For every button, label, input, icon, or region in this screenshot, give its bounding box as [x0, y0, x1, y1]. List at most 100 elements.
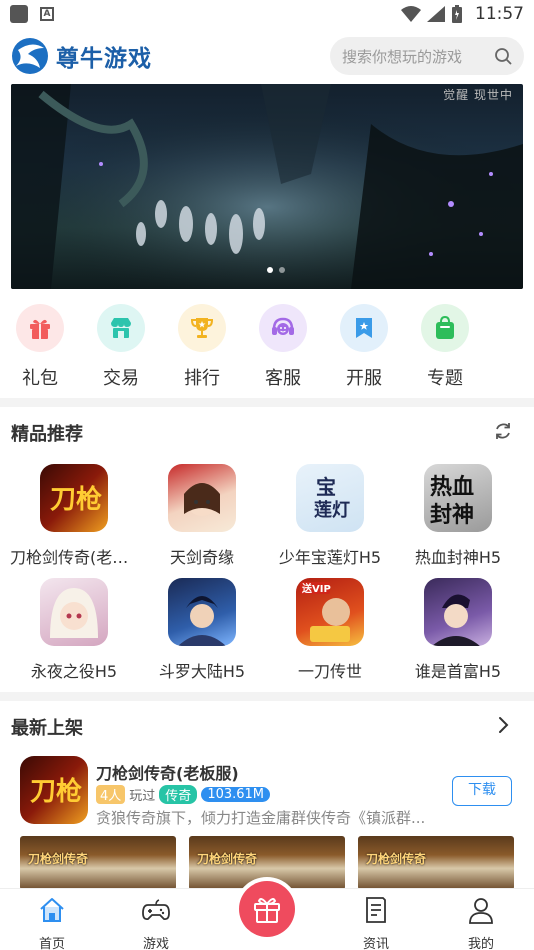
tab-label: 首页	[38, 937, 65, 950]
shop-icon	[111, 318, 131, 338]
signal-icon	[427, 6, 445, 22]
quick-nav-label: 专题	[427, 368, 463, 389]
svg-text:送VIP: 送VIP	[301, 582, 331, 595]
status-bar: A 11:57	[0, 0, 534, 28]
game-name: 永夜之役H5	[30, 662, 118, 681]
bookmark-icon	[356, 318, 372, 338]
game-name: 斗罗大陆H5	[158, 662, 246, 681]
trophy-icon	[190, 318, 214, 338]
search-placeholder: 搜索你想玩的游戏	[342, 47, 463, 66]
game-icon: 热血 封神	[424, 464, 492, 532]
gift-icon	[254, 898, 280, 923]
newest-game-card[interactable]: 刀枪 刀枪剑传奇(老板服) 4人 玩过 传奇 103.61M 贪狼传奇旗下，倾力…	[20, 752, 514, 832]
game-name: 少年宝莲灯H5	[278, 548, 382, 567]
game-tile[interactable]: 斗罗大陆H5	[138, 578, 266, 682]
game-icon	[424, 578, 492, 646]
svg-text:封神: 封神	[430, 502, 474, 528]
section-divider	[0, 398, 534, 407]
screenshot-label: 刀枪剑传奇	[366, 852, 427, 866]
game-tile[interactable]: 永夜之役H5	[10, 578, 138, 682]
game-tile[interactable]: 谁是首富H5	[394, 578, 522, 682]
tab-games[interactable]: 游戏	[126, 895, 186, 950]
screenshot-label: 刀枪剑传奇	[197, 852, 258, 866]
tab-label: 资讯	[362, 937, 389, 950]
app-page: A 11:57 尊牛游戏 搜索你想玩的游戏 觉醒 现世中 礼包 交易 排行 客服…	[0, 0, 534, 950]
search-icon[interactable]	[494, 47, 512, 65]
quick-nav-trade[interactable]: 交易	[91, 304, 151, 390]
quick-nav: 礼包 交易 排行 客服 开服 专题	[0, 300, 534, 392]
wifi-icon	[401, 6, 421, 22]
game-title: 刀枪剑传奇(老板服)	[96, 764, 239, 783]
battery-icon	[452, 5, 462, 23]
game-name: 一刀传世	[297, 662, 362, 681]
quick-nav-label: 交易	[103, 368, 139, 389]
game-icon	[168, 464, 236, 532]
download-button[interactable]: 下载	[452, 776, 512, 806]
played-label: 玩过	[129, 789, 156, 804]
news-icon	[366, 897, 386, 923]
tab-news[interactable]: 资讯	[346, 895, 406, 950]
game-icon	[168, 578, 236, 646]
gift-icon	[30, 319, 50, 339]
carousel-indicator	[267, 267, 285, 273]
svg-text:宝: 宝	[316, 475, 336, 499]
gamepad-icon	[142, 899, 170, 921]
game-tile[interactable]: 天剑奇缘	[138, 464, 266, 568]
logo-mark-icon	[12, 38, 48, 74]
tab-label: 游戏	[142, 937, 169, 950]
quick-nav-service[interactable]: 客服	[253, 304, 313, 390]
players-badge: 4人	[96, 785, 126, 804]
top-header: 尊牛游戏 搜索你想玩的游戏	[0, 30, 534, 82]
game-tags: 4人 玩过 传奇 103.61M	[96, 785, 271, 804]
game-name: 刀枪剑传奇(老板服)	[10, 548, 138, 567]
section-divider	[0, 692, 534, 701]
svg-text:热血: 热血	[430, 474, 474, 500]
game-tile[interactable]: 宝莲灯 少年宝莲灯H5	[266, 464, 394, 568]
tab-home[interactable]: 首页	[22, 895, 82, 950]
tab-profile[interactable]: 我的	[451, 895, 511, 950]
game-screenshot[interactable]: 刀枪剑传奇	[358, 836, 514, 890]
section-title-recommended: 精品推荐	[11, 424, 83, 445]
game-screenshot[interactable]: 刀枪剑传奇	[20, 836, 176, 890]
svg-text:刀枪: 刀枪	[50, 484, 102, 515]
banner-watermark: 觉醒 现世中	[443, 88, 513, 102]
tab-label: 我的	[467, 937, 494, 950]
carousel-dot-active[interactable]	[267, 267, 273, 273]
quick-nav-topics[interactable]: 专题	[415, 304, 475, 390]
clock: 11:57	[475, 4, 524, 24]
refresh-icon[interactable]	[492, 420, 514, 442]
chevron-right-icon[interactable]	[492, 714, 514, 736]
game-name: 热血封神H5	[414, 548, 502, 567]
section-title-newest: 最新上架	[11, 718, 83, 739]
quick-nav-label: 开服	[346, 368, 382, 389]
user-icon	[469, 898, 493, 924]
app-logo[interactable]: 尊牛游戏	[10, 36, 152, 76]
gift-center-button[interactable]	[239, 881, 295, 937]
game-description: 贪狼传奇旗下，倾力打造金庸群侠传奇《镇派群...	[96, 809, 426, 827]
headset-icon	[272, 317, 294, 335]
notification-icon	[10, 5, 28, 23]
game-icon	[40, 578, 108, 646]
game-tile[interactable]: 送VIP 一刀传世	[266, 578, 394, 682]
carousel-dot[interactable]	[279, 267, 285, 273]
game-icon: 送VIP	[296, 578, 364, 646]
promo-banner[interactable]: 觉醒 现世中	[11, 84, 523, 289]
quick-nav-label: 排行	[184, 368, 220, 389]
game-icon: 刀枪	[20, 756, 88, 824]
quick-nav-server[interactable]: 开服	[334, 304, 394, 390]
bag-icon	[436, 315, 454, 339]
quick-nav-ranking[interactable]: 排行	[172, 304, 232, 390]
search-input[interactable]: 搜索你想玩的游戏	[330, 37, 524, 75]
genre-badge: 传奇	[159, 785, 198, 804]
screenshot-label: 刀枪剑传奇	[28, 852, 89, 866]
game-icon: 刀枪	[40, 464, 108, 532]
game-name: 谁是首富H5	[414, 662, 502, 681]
game-tile[interactable]: 热血 封神 热血封神H5	[394, 464, 522, 568]
size-badge: 103.61M	[201, 787, 271, 802]
quick-nav-label: 礼包	[22, 368, 58, 389]
quick-nav-label: 客服	[265, 368, 301, 389]
game-tile[interactable]: 刀枪 刀枪剑传奇(老板服)	[10, 464, 138, 568]
quick-nav-gift[interactable]: 礼包	[10, 304, 70, 390]
app-notification-icon: A	[40, 7, 54, 21]
game-name: 天剑奇缘	[169, 548, 234, 567]
